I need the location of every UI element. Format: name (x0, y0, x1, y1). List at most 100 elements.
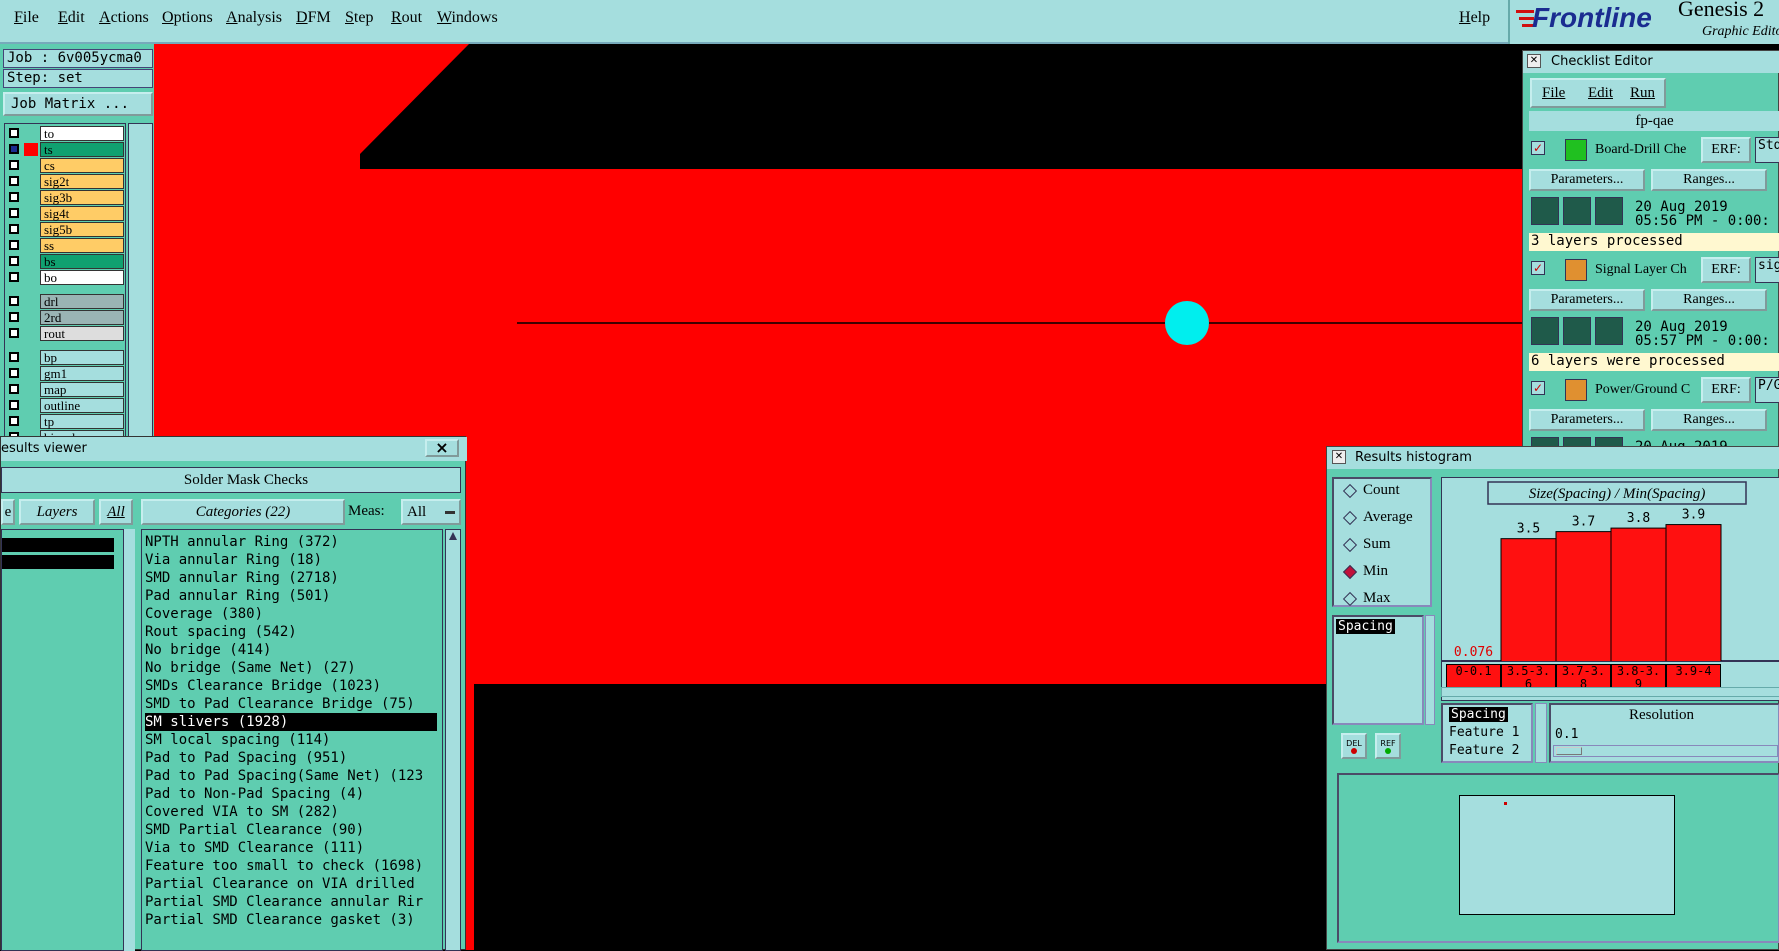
stat-option-max[interactable]: Max (1342, 590, 1391, 607)
layer-row-0[interactable]: to (6, 126, 124, 141)
layer-row-10[interactable]: drl (6, 294, 124, 309)
menu-help[interactable]: Help (1459, 9, 1490, 27)
menu-analysis[interactable]: Analysis (226, 9, 282, 27)
layer-row-2[interactable]: cs (6, 158, 124, 173)
layer-checkbox[interactable] (9, 128, 19, 138)
layer-checkbox[interactable] (9, 160, 19, 170)
parameters-button[interactable]: Parameters... (1529, 409, 1645, 431)
layer-checkbox[interactable] (9, 312, 19, 322)
layer-name[interactable]: 2rd (40, 310, 124, 325)
layer-row-5[interactable]: sig4t (6, 206, 124, 221)
menu-windows[interactable]: Windows (437, 9, 498, 27)
category-item[interactable]: Pad to Pad Spacing (951) (145, 749, 437, 767)
layer-name[interactable]: ss (40, 238, 124, 253)
tab-all[interactable]: All (99, 499, 133, 525)
layer-row-12[interactable]: rout (6, 326, 124, 341)
menu-dfm[interactable]: DFM (296, 9, 331, 27)
layer-name[interactable]: map (40, 382, 124, 397)
layer-name[interactable]: bo (40, 270, 124, 285)
ref-button[interactable]: REF (1375, 733, 1401, 759)
layer-results-row[interactable] (2, 538, 114, 552)
checklist-menu-file[interactable]: File (1542, 85, 1565, 102)
category-item[interactable]: Rout spacing (542) (145, 623, 437, 641)
histogram-field-list[interactable]: Spacing (1332, 615, 1424, 725)
category-item[interactable]: Pad to Pad Spacing(Same Net) (123 (145, 767, 437, 785)
layer-name[interactable]: sig5b (40, 222, 124, 237)
category-item[interactable]: No bridge (414) (145, 641, 437, 659)
layer-row-15[interactable]: map (6, 382, 124, 397)
radio-icon[interactable] (1342, 564, 1358, 579)
checklist-menu-edit[interactable]: Edit (1588, 85, 1613, 102)
check-toggle[interactable]: ✓ (1531, 261, 1545, 275)
category-item[interactable]: SM local spacing (114) (145, 731, 437, 749)
tab-e[interactable]: e (1, 499, 15, 525)
layer-name[interactable]: sig2t (40, 174, 124, 189)
category-item[interactable]: Via annular Ring (18) (145, 551, 437, 569)
field-list-item[interactable]: Spacing (1336, 619, 1395, 634)
layer-name[interactable]: ts (40, 142, 124, 157)
category-item[interactable]: Via to SMD Clearance (111) (145, 839, 437, 857)
layer-name[interactable]: bs (40, 254, 124, 269)
ranges-button[interactable]: Ranges... (1651, 409, 1767, 431)
run-icon[interactable] (1595, 317, 1623, 345)
layer-checkbox[interactable] (9, 256, 19, 266)
fields-scrollbar[interactable] (1535, 703, 1547, 763)
layer-checkbox[interactable] (9, 328, 19, 338)
window-menu-icon[interactable]: ✕ (1332, 450, 1346, 464)
job-matrix-button[interactable]: Job Matrix ... (3, 92, 153, 116)
layer-checkbox[interactable] (9, 416, 19, 426)
layer-row-16[interactable]: outline (6, 398, 124, 413)
layer-results-list[interactable] (1, 529, 133, 951)
menu-edit[interactable]: Edit (58, 9, 85, 27)
layer-name[interactable]: sig3b (40, 190, 124, 205)
layer-row-1[interactable]: ts (6, 142, 124, 157)
check-toggle[interactable]: ✓ (1531, 381, 1545, 395)
layer-checkbox[interactable] (9, 352, 19, 362)
layer-checkbox[interactable] (9, 144, 19, 154)
layer-checkbox[interactable] (9, 208, 19, 218)
run-icon[interactable] (1563, 317, 1591, 345)
erf-value[interactable]: sig (1755, 257, 1779, 283)
menu-step[interactable]: Step (345, 9, 373, 27)
category-item[interactable]: NPTH annular Ring (372) (145, 533, 437, 551)
histogram-bar[interactable] (1500, 538, 1557, 662)
field-feature-2[interactable]: Feature 2 (1449, 743, 1519, 758)
layer-name[interactable]: tp (40, 414, 124, 429)
radio-icon[interactable] (1342, 510, 1358, 525)
category-item[interactable]: SMDs Clearance Bridge (1023) (145, 677, 437, 695)
resolution-slider-thumb[interactable] (1556, 747, 1582, 755)
layer-checkbox[interactable] (9, 176, 19, 186)
layer-row-11[interactable]: 2rd (6, 310, 124, 325)
erf-value[interactable]: P/G (1755, 377, 1779, 403)
erf-value[interactable]: Std (1755, 137, 1779, 163)
run-icon[interactable] (1531, 317, 1559, 345)
window-menu-icon[interactable]: ✕ (1527, 54, 1541, 68)
category-item[interactable]: SMD annular Ring (2718) (145, 569, 437, 587)
run-icon[interactable] (1531, 197, 1559, 225)
layer-row-14[interactable]: gm1 (6, 366, 124, 381)
category-item[interactable]: SM slivers (1928) (145, 713, 437, 731)
layer-checkbox[interactable] (9, 368, 19, 378)
layer-row-17[interactable]: tp (6, 414, 124, 429)
field-list-scrollbar[interactable] (1425, 615, 1435, 725)
category-item[interactable]: Partial Clearance on VIA drilled (145, 875, 437, 893)
menu-options[interactable]: Options (162, 9, 213, 27)
layer-checkbox[interactable] (9, 296, 19, 306)
category-item[interactable]: Partial SMD Clearance annular Rir (145, 893, 437, 911)
layer-row-3[interactable]: sig2t (6, 174, 124, 189)
preview-frame[interactable] (1459, 795, 1675, 915)
layer-name[interactable]: to (40, 126, 124, 141)
stat-option-count[interactable]: Count (1342, 482, 1400, 499)
category-item[interactable]: Pad to Non-Pad Spacing (4) (145, 785, 437, 803)
stat-option-min[interactable]: Min (1342, 563, 1388, 580)
scroll-up-icon[interactable] (449, 532, 457, 540)
histogram-hscroll[interactable] (1441, 687, 1779, 697)
layer-checkbox[interactable] (9, 224, 19, 234)
ranges-button[interactable]: Ranges... (1651, 169, 1767, 191)
run-icon[interactable] (1563, 197, 1591, 225)
close-icon[interactable]: × (425, 438, 459, 457)
layer-name[interactable]: cs (40, 158, 124, 173)
layer-row-13[interactable]: bp (6, 350, 124, 365)
menu-file[interactable]: File (14, 9, 39, 27)
category-item[interactable]: SMD to Pad Clearance Bridge (75) (145, 695, 437, 713)
